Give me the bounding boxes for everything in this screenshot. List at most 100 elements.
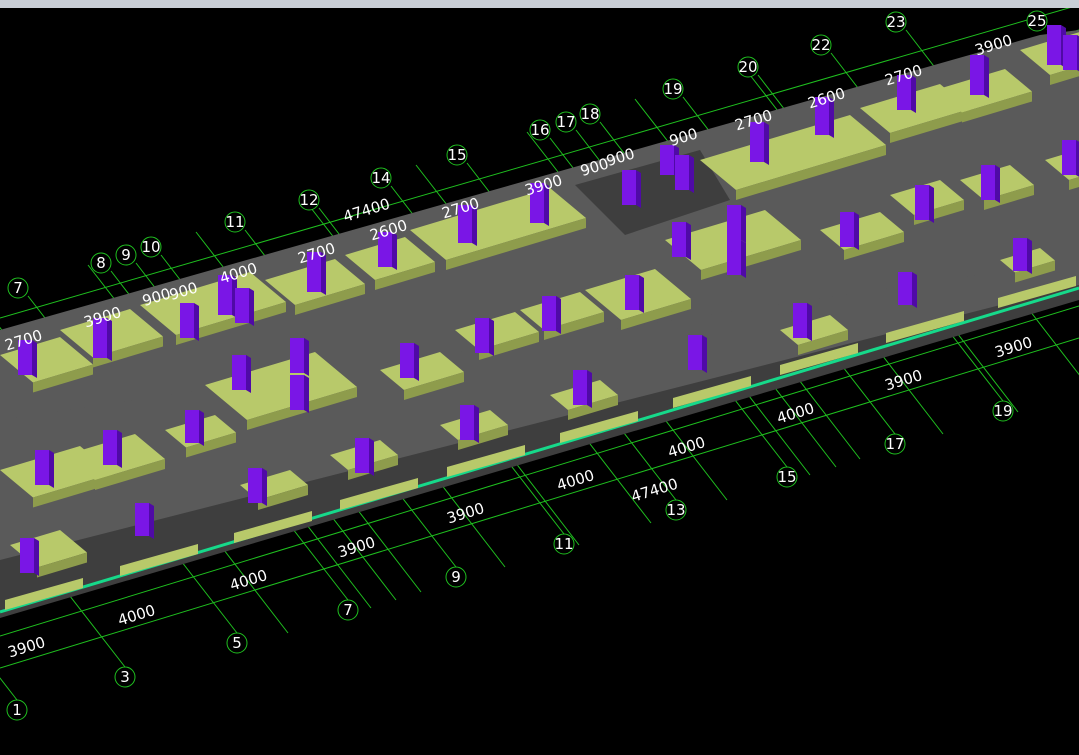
column [1063, 35, 1077, 70]
column-side [246, 355, 251, 393]
column [1047, 25, 1061, 65]
grid-bubble-label: 15 [777, 468, 796, 486]
dimension-label: 3900 [336, 533, 378, 561]
column-side [489, 318, 494, 356]
column-side [117, 430, 122, 468]
grid-bubble-label: 8 [96, 254, 106, 272]
column-side [369, 438, 374, 476]
column [20, 538, 34, 573]
column-side [764, 122, 769, 165]
grid-bubble-label: 7 [13, 279, 23, 297]
column-side [194, 303, 199, 341]
column [290, 375, 304, 410]
column [542, 296, 556, 331]
grid-bubble-label: 11 [554, 535, 573, 553]
column [981, 165, 995, 200]
dimension-label: 4000 [116, 601, 158, 629]
column-side [556, 296, 561, 334]
column [1062, 140, 1076, 175]
column [727, 205, 741, 240]
grid-bubble-label: 19 [993, 402, 1012, 420]
grid-bubble-label: 9 [451, 568, 461, 586]
grid-bubble-label: 13 [666, 501, 685, 519]
column [248, 468, 262, 503]
column [35, 450, 49, 485]
grid-bubble-label: 15 [447, 146, 466, 164]
dimension-label: 3900 [993, 333, 1035, 361]
column-side [807, 303, 812, 341]
dimension-label: 4000 [228, 566, 270, 594]
column [573, 370, 587, 405]
dimension-label: 4000 [555, 466, 597, 494]
dimension-label: 3900 [6, 633, 48, 661]
column-side [414, 343, 419, 381]
grid-bubble-label: 18 [580, 105, 599, 123]
column [793, 303, 807, 338]
column-side [912, 272, 917, 308]
grid-bubble-label: 14 [371, 169, 390, 187]
grid-bubble-label: 23 [886, 13, 905, 31]
column-side [262, 468, 267, 506]
grid-bubble-label: 3 [120, 668, 130, 686]
column-side [34, 538, 39, 576]
3d-model-viewport[interactable]: 1 3 5 7 9 11 13 15 17 19 7 8 9 10 11 12 14 15 16 17 18 19 20 22… [0, 4, 1079, 751]
column [180, 303, 194, 338]
dimension-label: 3900 [445, 499, 487, 527]
column-side [149, 503, 154, 539]
column-side [984, 55, 989, 98]
column-side [929, 185, 934, 223]
grid-bubble-label: 12 [299, 191, 318, 209]
column [672, 222, 686, 257]
grid-bubble-label: 17 [556, 113, 575, 131]
dimension-label: 4000 [775, 399, 817, 427]
column [235, 288, 249, 323]
column [915, 185, 929, 220]
grid-bubble-label: 7 [343, 601, 353, 619]
column-side [741, 205, 746, 243]
column-side [995, 165, 1000, 203]
grid-bubble-label: 16 [530, 121, 549, 139]
column [970, 55, 984, 95]
grid-bubble-label: 22 [811, 36, 830, 54]
column-side [474, 405, 479, 443]
column [185, 410, 199, 443]
column-side [689, 155, 694, 193]
column-side [854, 212, 859, 250]
column [840, 212, 854, 247]
column-side [636, 170, 641, 208]
column [622, 170, 636, 205]
column [688, 335, 702, 370]
column-side [741, 240, 746, 278]
column [232, 355, 246, 390]
grid-bubble-label: 11 [225, 213, 244, 231]
grid-bubble-label: 25 [1027, 12, 1046, 30]
window-title-bar [0, 0, 1079, 8]
grid-bubble-label: 1 [12, 701, 22, 719]
column [1013, 238, 1027, 271]
grid-bubble-label: 10 [141, 238, 160, 256]
column [898, 272, 912, 305]
column-side [1027, 238, 1032, 274]
dimension-label: 4000 [666, 433, 708, 461]
column-side [199, 410, 204, 446]
structure-3d-view[interactable]: 13579111315171978 9 101112141516 17 18192022… [0, 4, 1079, 751]
column [675, 155, 689, 190]
grid-bubble-label: 20 [738, 58, 757, 76]
column-side [686, 222, 691, 260]
column-side [49, 450, 54, 488]
column [355, 438, 369, 473]
grid-bubble-label: 19 [663, 80, 682, 98]
column [625, 275, 639, 310]
column [290, 338, 304, 373]
column [475, 318, 489, 353]
column-side [702, 335, 707, 373]
column-side [304, 338, 309, 376]
column-side [587, 370, 592, 408]
grid-bubble-label: 5 [232, 634, 242, 652]
column [103, 430, 117, 465]
column-side [249, 288, 254, 326]
grid-bubble-label: 9 [121, 246, 131, 264]
grid-bubble-label: 17 [885, 435, 904, 453]
dimension-label: 3900 [883, 366, 925, 394]
column [400, 343, 414, 378]
